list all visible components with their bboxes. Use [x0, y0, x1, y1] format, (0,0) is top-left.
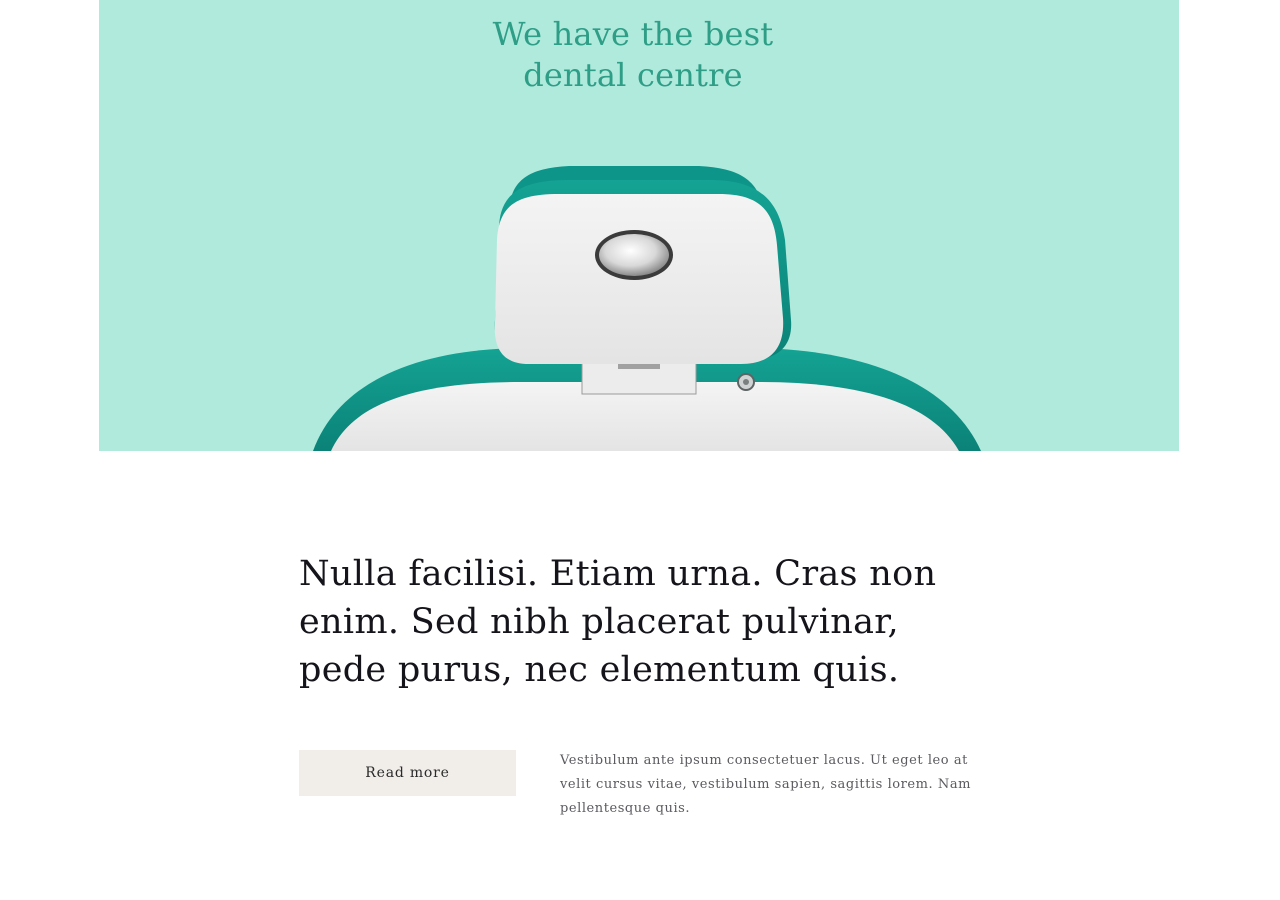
hero-title: We have the best dental centre: [99, 14, 1167, 96]
page: We have the best dental centre Nulla fac…: [0, 0, 1280, 900]
hero-banner: We have the best dental centre: [99, 0, 1179, 451]
read-more-button[interactable]: Read more: [299, 750, 516, 796]
hero-title-line-1: We have the best: [492, 15, 774, 53]
body-paragraph: Vestibulum ante ipsum consectetuer lacus…: [560, 753, 972, 816]
hero-title-line-2: dental centre: [523, 56, 743, 94]
section-headline: Nulla facilisi. Etiam urna. Cras non eni…: [299, 554, 937, 690]
